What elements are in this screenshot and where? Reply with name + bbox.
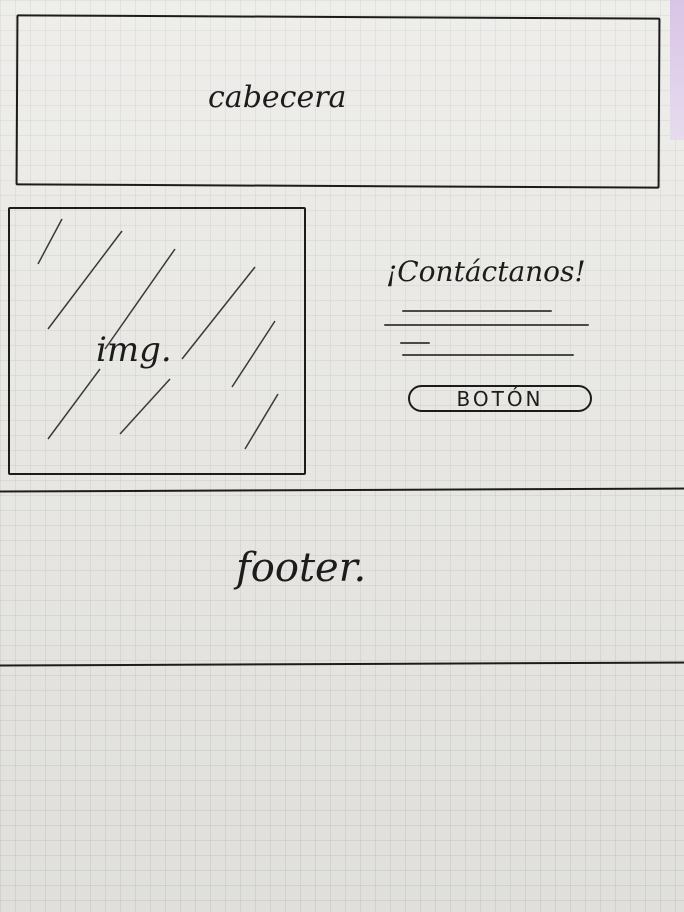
contact-button[interactable]: BOTÓN <box>408 385 592 412</box>
hatch-line <box>119 378 171 435</box>
hatch-line <box>37 218 63 265</box>
footer-label: footer. <box>236 545 367 591</box>
image-label: img. <box>96 330 172 370</box>
text-line-placeholder <box>400 342 430 344</box>
background-edge <box>670 0 684 140</box>
header-label: cabecera <box>208 80 347 115</box>
text-line-placeholder <box>402 354 574 356</box>
hatch-line <box>47 368 101 440</box>
contact-title: ¡Contáctanos! <box>386 255 586 288</box>
hatch-line <box>47 230 123 330</box>
hatch-line <box>181 266 256 360</box>
hatch-line <box>244 393 279 450</box>
text-line-placeholder <box>402 310 552 312</box>
text-line-placeholder <box>384 324 589 326</box>
hatch-line <box>231 320 276 388</box>
